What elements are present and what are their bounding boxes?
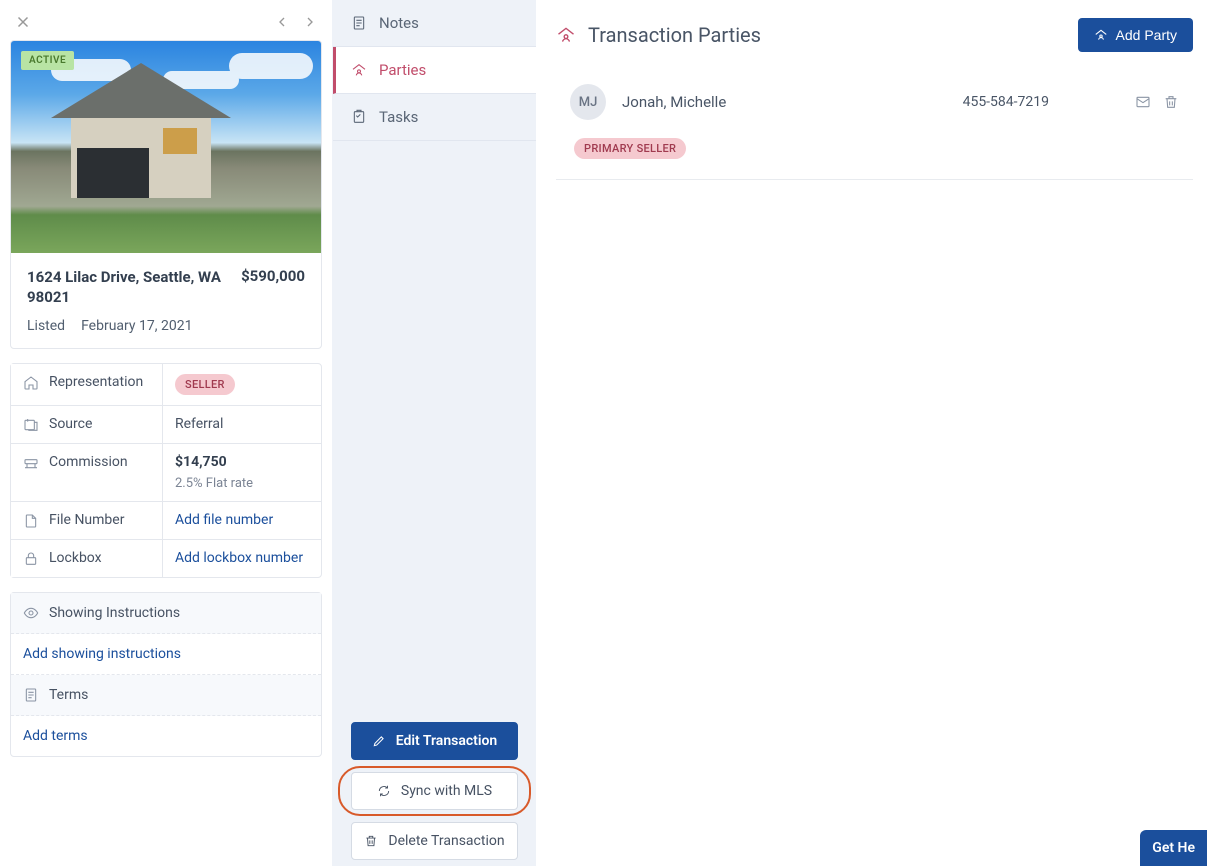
commission-icon bbox=[23, 455, 39, 471]
lockbox-link[interactable]: Add lockbox number bbox=[175, 550, 303, 566]
commission-amount: $14,750 bbox=[175, 454, 309, 470]
nav-parties-label: Parties bbox=[379, 61, 426, 79]
sync-mls-button[interactable]: Sync with MLS bbox=[351, 772, 518, 810]
property-card: ACTIVE 1624 Lilac Drive, Seattle, WA 980… bbox=[10, 40, 322, 349]
nav-tasks-label: Tasks bbox=[379, 108, 418, 126]
nav-notes[interactable]: Notes bbox=[333, 0, 536, 47]
nav-arrows bbox=[274, 13, 318, 31]
representation-label: Representation bbox=[49, 374, 143, 390]
add-party-button[interactable]: Add Party bbox=[1078, 18, 1193, 52]
party-name: Jonah, Michelle bbox=[622, 93, 726, 111]
party-phone: 455-584-7219 bbox=[963, 94, 1049, 110]
source-icon bbox=[23, 417, 39, 433]
add-party-label: Add Party bbox=[1116, 27, 1177, 43]
property-price: $590,000 bbox=[241, 267, 305, 308]
property-image: ACTIVE bbox=[11, 41, 321, 253]
source-value: Referral bbox=[163, 406, 321, 443]
mail-icon[interactable] bbox=[1135, 94, 1151, 110]
add-party-icon bbox=[1094, 28, 1108, 42]
sync-mls-label: Sync with MLS bbox=[401, 783, 492, 799]
delete-party-icon[interactable] bbox=[1163, 94, 1179, 110]
delete-transaction-label: Delete Transaction bbox=[388, 833, 504, 849]
listed-label: Listed bbox=[27, 318, 65, 334]
file-number-link[interactable]: Add file number bbox=[175, 512, 273, 528]
notes-icon bbox=[351, 15, 367, 31]
delete-transaction-button[interactable]: Delete Transaction bbox=[351, 822, 518, 860]
prev-icon[interactable] bbox=[274, 13, 290, 31]
left-panel: ACTIVE 1624 Lilac Drive, Seattle, WA 980… bbox=[0, 0, 332, 866]
next-icon[interactable] bbox=[302, 13, 318, 31]
tasks-icon bbox=[351, 109, 367, 125]
source-label: Source bbox=[49, 416, 92, 432]
nav-notes-label: Notes bbox=[379, 14, 419, 32]
commission-rate: 2.5% Flat rate bbox=[175, 476, 309, 491]
party-row[interactable]: MJ Jonah, Michelle 455-584-7219 PRIMARY … bbox=[556, 80, 1193, 180]
representation-pill: SELLER bbox=[175, 374, 235, 395]
top-controls bbox=[10, 10, 322, 34]
showing-card: Showing Instructions Add showing instruc… bbox=[10, 592, 322, 757]
pencil-icon bbox=[372, 734, 386, 748]
avatar: MJ bbox=[570, 84, 606, 120]
doc-icon bbox=[23, 687, 39, 703]
file-number-label: File Number bbox=[49, 512, 124, 528]
page-title: Transaction Parties bbox=[556, 23, 761, 47]
eye-icon bbox=[23, 605, 39, 621]
parties-icon bbox=[351, 62, 367, 78]
lockbox-label: Lockbox bbox=[49, 550, 102, 566]
sync-icon bbox=[377, 784, 391, 798]
showing-header: Showing Instructions bbox=[49, 605, 180, 621]
property-address: 1624 Lilac Drive, Seattle, WA 98021 bbox=[27, 267, 229, 308]
nav-parties[interactable]: Parties bbox=[333, 47, 536, 94]
edit-transaction-label: Edit Transaction bbox=[396, 733, 498, 749]
showing-link[interactable]: Add showing instructions bbox=[11, 634, 321, 674]
info-table: Representation SELLER Source Referral Co… bbox=[10, 363, 322, 578]
mid-nav: Notes Parties Tasks Edit Transaction Syn… bbox=[332, 0, 536, 866]
commission-label: Commission bbox=[49, 454, 128, 470]
terms-header: Terms bbox=[49, 687, 88, 703]
terms-link[interactable]: Add terms bbox=[11, 716, 321, 756]
page-title-text: Transaction Parties bbox=[588, 23, 761, 47]
trash-icon bbox=[364, 834, 378, 848]
edit-transaction-button[interactable]: Edit Transaction bbox=[351, 722, 518, 760]
listed-date: February 17, 2021 bbox=[81, 318, 192, 334]
party-role-badge: PRIMARY SELLER bbox=[574, 138, 686, 159]
status-badge: ACTIVE bbox=[21, 51, 74, 70]
lock-icon bbox=[23, 551, 39, 567]
file-icon bbox=[23, 513, 39, 529]
close-icon[interactable] bbox=[14, 13, 32, 31]
get-help-button[interactable]: Get He bbox=[1140, 830, 1207, 866]
parties-header-icon bbox=[556, 25, 576, 45]
main-panel: Transaction Parties Add Party MJ Jonah, … bbox=[536, 0, 1207, 866]
house-icon bbox=[23, 375, 39, 391]
nav-tasks[interactable]: Tasks bbox=[333, 94, 536, 141]
